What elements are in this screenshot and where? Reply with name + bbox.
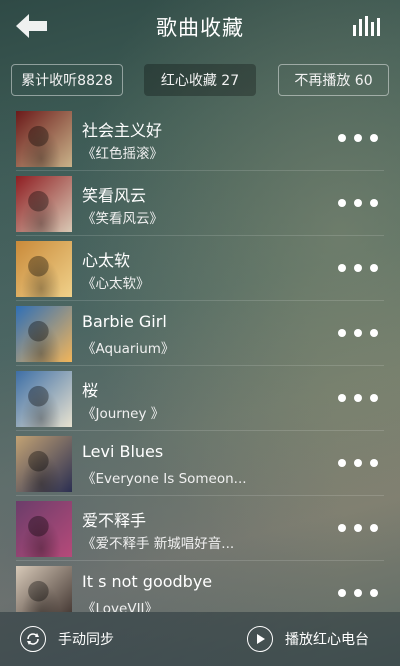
more-dot-icon: [354, 394, 362, 402]
header-bar: 歌曲收藏: [0, 0, 400, 54]
album-cover-image: [16, 371, 72, 427]
song-row[interactable]: 心太软 《心太软》: [0, 236, 400, 301]
more-dot-icon: [354, 524, 362, 532]
song-row[interactable]: It s not goodbye 《LoveVII》: [0, 561, 400, 612]
more-dot-icon: [370, 199, 378, 207]
song-row[interactable]: 桜《Journey 》: [0, 366, 400, 431]
more-dot-icon: [354, 199, 362, 207]
album-cover-image: [16, 306, 72, 362]
more-options-button[interactable]: [338, 457, 378, 469]
album-cover-image: [16, 566, 72, 612]
more-dot-icon: [338, 329, 346, 337]
cover-figure: [16, 306, 72, 362]
cover-figure: [16, 111, 72, 167]
song-title: 笑看风云: [82, 186, 147, 205]
more-dot-icon: [338, 264, 346, 272]
song-title: Barbie Girl: [82, 312, 167, 331]
song-album: 《LoveVII》: [82, 601, 159, 612]
sync-label: 手动同步: [58, 632, 114, 648]
song-row[interactable]: Barbie Girl 《Aquarium》: [0, 301, 400, 366]
album-cover-image: [16, 111, 72, 167]
song-title: 心太软: [82, 251, 131, 270]
equalizer-bars-icon: [353, 16, 380, 36]
more-dot-icon: [338, 394, 346, 402]
song-album: 《Aquarium》: [82, 341, 175, 357]
song-row[interactable]: 社会主义好《红色摇滚》: [0, 106, 400, 171]
equalizer-button[interactable]: [352, 16, 382, 36]
more-dot-icon: [338, 524, 346, 532]
more-dot-icon: [370, 329, 378, 337]
more-options-button[interactable]: [338, 197, 378, 209]
play-label: 播放红心电台: [285, 632, 369, 648]
tab-favorites[interactable]: 红心收藏 27: [144, 64, 256, 96]
song-title: 桜: [82, 381, 99, 400]
more-options-button[interactable]: [338, 392, 378, 404]
cover-figure: [16, 176, 72, 232]
song-row[interactable]: 爱不释手《爱不释手 新城唱好音...: [0, 496, 400, 561]
more-dot-icon: [370, 589, 378, 597]
manual-sync-button[interactable]: 手动同步: [20, 625, 114, 653]
more-dot-icon: [354, 134, 362, 142]
more-dot-icon: [338, 589, 346, 597]
cover-figure: [16, 371, 72, 427]
more-dot-icon: [370, 459, 378, 467]
song-row[interactable]: 笑看风云《笑看风云》: [0, 171, 400, 236]
more-dot-icon: [354, 329, 362, 337]
more-dot-icon: [354, 264, 362, 272]
album-cover-image: [16, 436, 72, 492]
more-options-button[interactable]: [338, 262, 378, 274]
song-title: It s not goodbye: [82, 572, 213, 591]
play-icon: [247, 626, 273, 652]
cover-figure: [16, 436, 72, 492]
song-album: 《心太软》: [82, 276, 150, 292]
back-button[interactable]: [14, 12, 50, 40]
more-dot-icon: [338, 459, 346, 467]
cover-figure: [16, 501, 72, 557]
more-dot-icon: [354, 459, 362, 467]
song-title: 社会主义好: [82, 121, 163, 140]
tab-label: 不再播放 60: [294, 73, 373, 89]
song-title: 爱不释手: [82, 511, 147, 530]
more-options-button[interactable]: [338, 327, 378, 339]
song-list: 社会主义好 《红色摇滚》 笑看风云 《笑看风云》 心太软 《心太软》 Barbie Girl…: [0, 106, 400, 612]
song-album: 《红色摇滚》: [82, 146, 163, 162]
tab-total-listened[interactable]: 累计收听8828: [11, 64, 123, 96]
more-options-button[interactable]: [338, 522, 378, 534]
cover-figure: [16, 241, 72, 297]
back-arrow-icon: [16, 14, 47, 38]
more-dot-icon: [370, 394, 378, 402]
album-cover-image: [16, 241, 72, 297]
sync-icon: [20, 626, 46, 652]
tab-no-longer-play[interactable]: 不再播放 60: [278, 64, 389, 96]
more-dot-icon: [370, 134, 378, 142]
tab-bar: 累计收听8828 红心收藏 27 不再播放 60: [0, 64, 400, 96]
album-cover-image: [16, 176, 72, 232]
song-album: 《笑看风云》: [82, 211, 163, 227]
cover-figure: [16, 566, 72, 612]
tab-label: 红心收藏 27: [160, 73, 240, 89]
song-title: Levi Blues: [82, 442, 164, 461]
album-cover-image: [16, 501, 72, 557]
more-dot-icon: [338, 199, 346, 207]
song-album: 《爱不释手 新城唱好音...: [82, 536, 235, 552]
more-options-button[interactable]: [338, 587, 378, 599]
song-album: 《Journey 》: [82, 406, 165, 422]
song-row[interactable]: Levi Blues 《Everyone Is Someon...: [0, 431, 400, 496]
more-options-button[interactable]: [338, 132, 378, 144]
more-dot-icon: [370, 264, 378, 272]
footer-bar: 手动同步 播放红心电台: [0, 612, 400, 666]
song-album: 《Everyone Is Someon...: [82, 471, 247, 487]
more-dot-icon: [338, 134, 346, 142]
page-title: 歌曲收藏: [156, 16, 244, 40]
more-dot-icon: [370, 524, 378, 532]
more-dot-icon: [354, 589, 362, 597]
play-radio-button[interactable]: 播放红心电台: [247, 625, 369, 653]
tab-label: 累计收听8828: [21, 73, 113, 89]
